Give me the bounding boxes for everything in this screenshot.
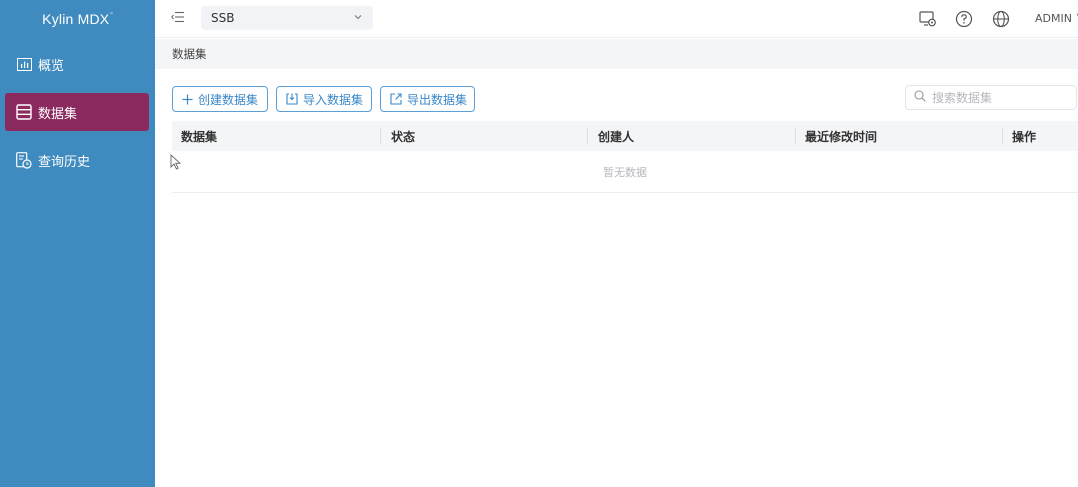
import-icon: [286, 93, 298, 105]
import-dataset-label: 导入数据集: [303, 92, 364, 107]
top-header: SSB ADMIN ˅: [155, 0, 1078, 38]
search-input[interactable]: [932, 90, 1072, 105]
export-dataset-button[interactable]: 导出数据集: [380, 86, 475, 112]
table-empty-state: 暂无数据: [172, 151, 1078, 193]
search-box[interactable]: [905, 85, 1077, 110]
table-header: 数据集 状态 创建人 最近修改时间 操作: [172, 121, 1078, 151]
chevron-down-icon: [353, 11, 363, 25]
sidebar: Kylin MDX ˜ 概览 数据集 查询历史: [0, 0, 155, 487]
export-icon: [390, 93, 402, 105]
import-dataset-button[interactable]: 导入数据集: [276, 86, 372, 112]
main-content: 数据集 创建数据集 导入数据集 导出数据集 数据集 状态 创建人: [155, 39, 1078, 487]
mouse-cursor-icon: [170, 153, 182, 173]
column-header-modified-time[interactable]: 最近修改时间: [796, 121, 877, 151]
breadcrumb: 数据集: [155, 39, 1078, 69]
column-divider: [380, 128, 381, 144]
breadcrumb-item: 数据集: [172, 47, 207, 61]
chevron-down-icon: ˅: [1072, 12, 1078, 25]
empty-text: 暂无数据: [603, 165, 647, 179]
create-dataset-label: 创建数据集: [198, 92, 259, 107]
project-select[interactable]: SSB: [201, 6, 373, 30]
sidebar-item-overview[interactable]: 概览: [5, 45, 149, 83]
column-header-dataset[interactable]: 数据集: [172, 121, 217, 151]
help-icon[interactable]: [955, 10, 973, 28]
project-select-value: SSB: [211, 11, 235, 25]
sidebar-item-label: 查询历史: [38, 154, 91, 170]
sidebar-item-query-history[interactable]: 查询历史: [5, 141, 149, 179]
chart-icon: [15, 55, 33, 73]
app-logo[interactable]: Kylin MDX ˜: [0, 0, 155, 38]
column-header-actions: 操作: [1012, 129, 1037, 144]
history-icon: [15, 151, 33, 169]
user-name: ADMIN: [1035, 12, 1072, 25]
monitor-settings-icon[interactable]: [919, 10, 937, 28]
column-divider: [587, 128, 588, 144]
create-dataset-button[interactable]: 创建数据集: [172, 86, 268, 112]
logo-text: Kylin MDX: [42, 11, 110, 27]
dataset-icon: [15, 103, 33, 121]
dataset-table: 数据集 状态 创建人 最近修改时间 操作 暂无数据: [172, 121, 1078, 193]
sidebar-item-label: 数据集: [38, 106, 78, 122]
sidebar-item-dataset[interactable]: 数据集: [5, 93, 149, 131]
menu-toggle-icon[interactable]: [171, 11, 187, 27]
sidebar-item-label: 概览: [38, 58, 65, 74]
plus-icon: [182, 94, 193, 105]
export-dataset-label: 导出数据集: [407, 92, 468, 107]
globe-icon[interactable]: [992, 10, 1010, 28]
column-header-creator[interactable]: 创建人: [589, 121, 634, 151]
logo-mark: ˜: [110, 12, 113, 20]
column-header-status[interactable]: 状态: [382, 121, 415, 151]
user-menu[interactable]: ADMIN ˅: [1035, 12, 1078, 25]
search-icon: [914, 90, 926, 105]
